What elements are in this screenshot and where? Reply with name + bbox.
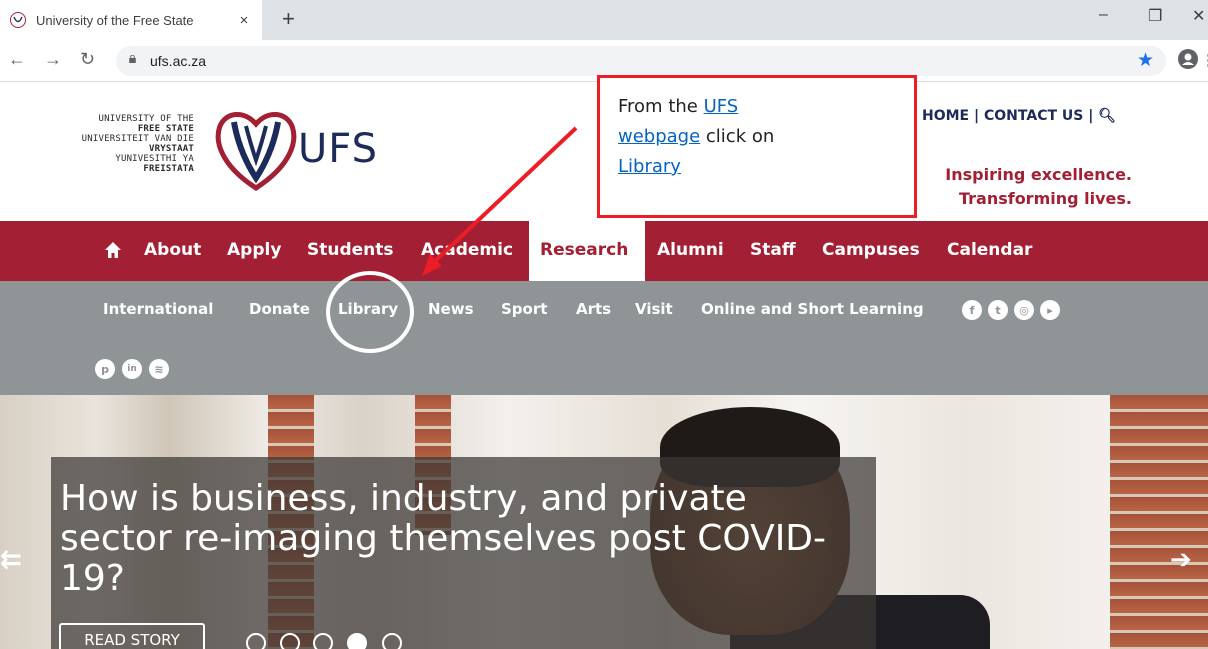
callout-text: click on [700, 126, 775, 147]
ufs-wordmark[interactable]: UFS [298, 126, 378, 172]
carousel-dot[interactable] [313, 633, 333, 649]
restore-icon[interactable]: ❐ [1148, 6, 1162, 26]
hero-carousel: How is business, industry, and private s… [0, 395, 1208, 649]
logo-line: YUNIVESITHI YA [115, 154, 194, 164]
read-story-button[interactable]: READ STORY [59, 623, 205, 649]
forward-icon[interactable]: → [44, 49, 62, 70]
ufs-heart-logo-icon[interactable] [212, 108, 300, 192]
brick-pillar [1110, 395, 1208, 649]
new-tab-button[interactable]: + [282, 6, 295, 32]
window-close-icon[interactable]: ✕ [1192, 6, 1205, 26]
tagline-line-1: Inspiring excellence. [945, 165, 1132, 184]
bookmark-star-icon[interactable]: ★ [1137, 49, 1154, 72]
profile-icon[interactable] [1178, 49, 1198, 69]
url-text: ufs.ac.za [150, 53, 207, 69]
nav-alumni[interactable]: Alumni [657, 240, 724, 260]
nav-students[interactable]: Students [307, 240, 394, 260]
youtube-icon[interactable]: ▸ [1040, 300, 1060, 320]
nav-staff[interactable]: Staff [750, 240, 796, 260]
nav-campuses[interactable]: Campuses [822, 240, 920, 260]
search-icon[interactable]: 🔍︎ [1098, 108, 1116, 124]
nav-apply[interactable]: Apply [227, 240, 281, 260]
tagline-line-2: Transforming lives. [958, 189, 1132, 208]
instruction-callout: From the UFS webpage click on Library [597, 75, 917, 218]
logo-line: UNIVERSITY OF THE [98, 114, 194, 124]
twitter-icon[interactable]: t [988, 300, 1008, 320]
library-link[interactable]: Library [618, 156, 681, 177]
main-navigation: About Apply Students Academic Research A… [0, 221, 1208, 281]
contact-us-link[interactable]: CONTACT US [984, 108, 1083, 124]
tab-title: University of the Free State [36, 12, 194, 28]
next-slide-icon[interactable]: ➔ [1170, 545, 1192, 575]
back-icon[interactable]: ← [8, 49, 26, 70]
previous-slide-icon[interactable]: ⇇ [0, 545, 22, 575]
address-bar[interactable]: ufs.ac.za ★ [116, 46, 1166, 76]
callout-text: From the [618, 96, 704, 117]
minimize-icon[interactable]: – [1099, 6, 1108, 24]
subnav-visit[interactable]: Visit [635, 300, 673, 318]
subnav-news[interactable]: News [428, 300, 474, 318]
nav-about[interactable]: About [144, 240, 201, 260]
nav-academic[interactable]: Academic [421, 240, 513, 260]
webpage-link[interactable]: webpage [618, 126, 700, 147]
separator: | [1088, 108, 1094, 124]
subnav-arts[interactable]: Arts [576, 300, 611, 318]
lock-icon [129, 55, 136, 63]
university-name-logo[interactable]: UNIVERSITY OF THE FREE STATE UNIVERSITEI… [58, 114, 194, 174]
subnav-sport[interactable]: Sport [501, 300, 547, 318]
logo-line: UNIVERSITEIT VAN DIE [81, 134, 194, 144]
facebook-icon[interactable]: f [962, 300, 982, 320]
secondary-navigation: International Donate Library News Sport … [0, 281, 1208, 395]
carousel-dot-active[interactable] [347, 633, 367, 649]
home-icon[interactable] [104, 241, 122, 259]
instagram-icon[interactable]: ◎ [1014, 300, 1034, 320]
nav-research[interactable]: Research [540, 240, 628, 260]
logo-line: VRYSTAAT [149, 144, 194, 154]
highlight-circle [326, 271, 414, 353]
hero-headline[interactable]: How is business, industry, and private s… [60, 479, 860, 599]
carousel-dot[interactable] [246, 633, 266, 649]
linkedin-icon[interactable]: in [122, 359, 142, 379]
tab-close-icon[interactable]: × [232, 12, 256, 29]
rss-icon[interactable]: ≋ [149, 359, 169, 379]
nav-calendar[interactable]: Calendar [947, 240, 1032, 260]
top-links: HOME | CONTACT US | 🔍︎ [922, 108, 1116, 124]
subnav-online-short-learning[interactable]: Online and Short Learning [701, 300, 924, 318]
carousel-dot[interactable] [280, 633, 300, 649]
logo-line: FREISTATA [143, 164, 194, 174]
carousel-dot[interactable] [382, 633, 402, 649]
reload-icon[interactable]: ↻ [80, 49, 95, 70]
home-link[interactable]: HOME [922, 108, 969, 124]
ufs-favicon-icon [10, 12, 26, 28]
separator: | [974, 108, 980, 124]
subnav-international[interactable]: International [103, 300, 213, 318]
tagline: Inspiring excellence. Transforming lives… [945, 163, 1132, 211]
logo-line: FREE STATE [137, 124, 194, 134]
menu-icon[interactable]: ⋮ [1201, 51, 1208, 69]
browser-tab-strip: University of the Free State × + – ❐ ✕ [0, 0, 1208, 40]
ufs-link[interactable]: UFS [704, 96, 739, 117]
subnav-donate[interactable]: Donate [249, 300, 310, 318]
browser-tab[interactable]: University of the Free State × [0, 0, 262, 40]
pinterest-icon[interactable]: p [95, 359, 115, 379]
